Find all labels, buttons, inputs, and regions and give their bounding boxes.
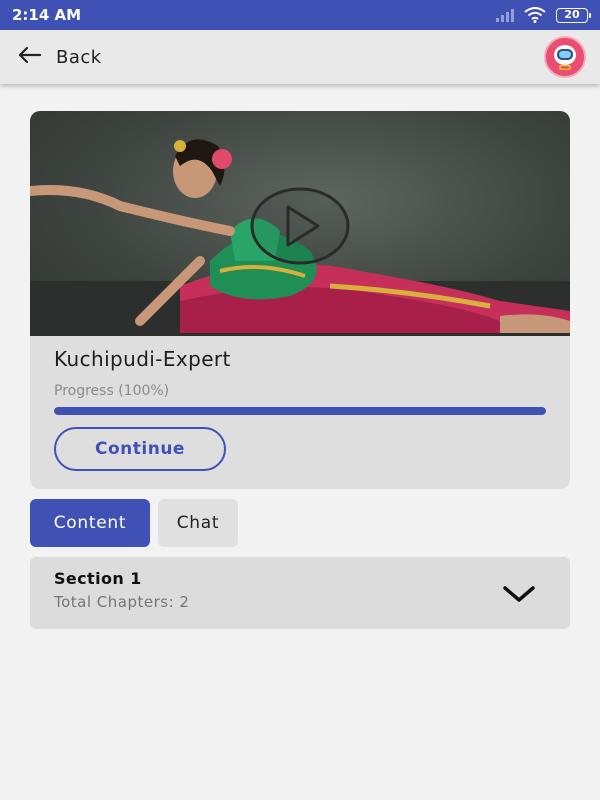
progress-bar	[54, 407, 546, 415]
continue-button[interactable]: Continue	[54, 427, 226, 471]
course-title: Kuchipudi-Expert	[54, 347, 231, 371]
signal-icon	[496, 8, 514, 22]
course-card: Kuchipudi-Expert Progress (100%) Continu…	[30, 111, 570, 489]
play-icon[interactable]	[250, 187, 350, 265]
section-item[interactable]: Section 1 Total Chapters: 2	[30, 557, 570, 629]
tab-chat[interactable]: Chat	[158, 499, 238, 547]
section-subtitle: Total Chapters: 2	[54, 593, 190, 611]
battery-icon: 20	[556, 7, 591, 23]
chevron-down-icon[interactable]	[502, 585, 536, 607]
progress-label: Progress (100%)	[54, 383, 170, 399]
course-video-thumbnail[interactable]	[30, 111, 570, 336]
wifi-icon	[524, 7, 546, 23]
avatar-icon[interactable]	[544, 36, 586, 78]
tab-bar: Content Chat	[30, 499, 238, 547]
status-bar: 2:14 AM 20	[0, 0, 600, 30]
back-button[interactable]: Back	[16, 45, 102, 69]
app-bar: Back	[0, 30, 600, 84]
back-arrow-icon	[16, 45, 42, 69]
progress-bar-fill	[54, 407, 546, 415]
status-time: 2:14 AM	[12, 6, 82, 24]
back-label: Back	[56, 46, 102, 68]
status-icons: 20	[496, 7, 591, 23]
tab-content[interactable]: Content	[30, 499, 150, 547]
section-title: Section 1	[54, 569, 142, 588]
